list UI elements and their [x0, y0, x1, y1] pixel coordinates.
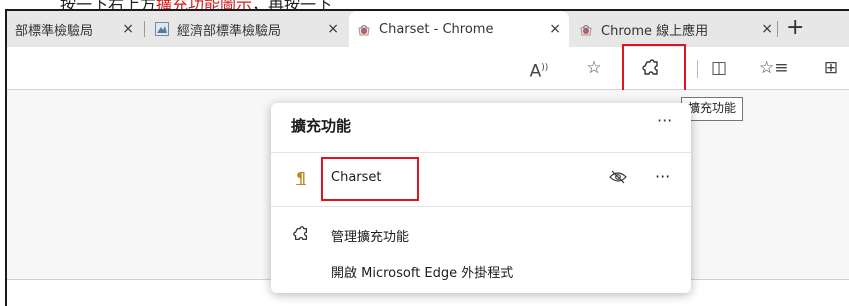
- new-tab-button[interactable]: +: [786, 15, 804, 40]
- tab-title: Chrome 線上應用: [601, 23, 709, 39]
- chrome-store-favicon-icon: [580, 25, 592, 36]
- edge-addons-item[interactable]: 開啟 Microsoft Edge 外掛程式: [271, 253, 691, 289]
- read-aloud-icon[interactable]: A)): [527, 56, 551, 82]
- split-screen-icon[interactable]: ◫: [707, 56, 731, 80]
- extension-more-icon[interactable]: ···: [655, 167, 670, 186]
- close-icon[interactable]: ×: [549, 21, 561, 37]
- collections-icon[interactable]: ⊞: [819, 56, 843, 80]
- tab-title: Charset - Chrome: [379, 21, 494, 37]
- popup-divider: [271, 152, 691, 153]
- extensions-puzzle-icon[interactable]: [639, 56, 663, 80]
- tab-bsmi-1[interactable]: 部標準檢驗局 ×: [7, 11, 142, 47]
- popup-divider: [271, 206, 691, 207]
- close-icon[interactable]: ×: [761, 21, 773, 37]
- tab-strip: 部標準檢驗局 × 經濟部標準檢驗局 × Charset - Chrome × C…: [7, 11, 849, 47]
- chrome-store-favicon-icon: [358, 25, 370, 36]
- tab-title: 經濟部標準檢驗局: [177, 23, 282, 39]
- tab-chrome-webstore[interactable]: Chrome 線上應用 ×: [571, 11, 781, 47]
- hide-eye-icon[interactable]: [609, 169, 627, 189]
- tab-title: 部標準檢驗局: [15, 23, 94, 39]
- manage-extensions-item[interactable]: 管理擴充功能: [271, 217, 691, 253]
- read-aloud-glyph: A: [529, 61, 542, 82]
- close-icon[interactable]: ×: [122, 21, 134, 37]
- charset-highlight-box: [321, 157, 419, 201]
- popup-more-icon[interactable]: ···: [657, 111, 672, 130]
- edge-addons-label: 開啟 Microsoft Edge 外掛程式: [331, 266, 514, 281]
- extensions-popup: 擴充功能 ··· ¶ Charset ··· 管理擴充功能 開啟 Microso…: [271, 103, 691, 293]
- browser-window: 部標準檢驗局 × 經濟部標準檢驗局 × Charset - Chrome × C…: [5, 9, 849, 306]
- favorites-bar-icon[interactable]: ☆≡: [759, 56, 788, 80]
- tab-bsmi-2[interactable]: 經濟部標準檢驗局 ×: [147, 11, 347, 47]
- tab-separator: [777, 21, 778, 37]
- bsmi-favicon-icon: [155, 22, 169, 36]
- close-icon[interactable]: ×: [327, 21, 339, 37]
- favorite-star-icon[interactable]: ☆: [582, 56, 606, 80]
- popup-title: 擴充功能: [291, 117, 352, 135]
- tab-separator: [144, 21, 145, 37]
- toolbar-divider: [697, 60, 698, 78]
- charset-extension-icon: ¶: [296, 169, 306, 187]
- tab-charset[interactable]: Charset - Chrome ×: [349, 11, 569, 47]
- puzzle-icon: [291, 225, 311, 245]
- manage-extensions-label: 管理擴充功能: [331, 230, 410, 245]
- toolbar: A)) ☆ ◫ ☆≡ ⊞: [7, 44, 849, 102]
